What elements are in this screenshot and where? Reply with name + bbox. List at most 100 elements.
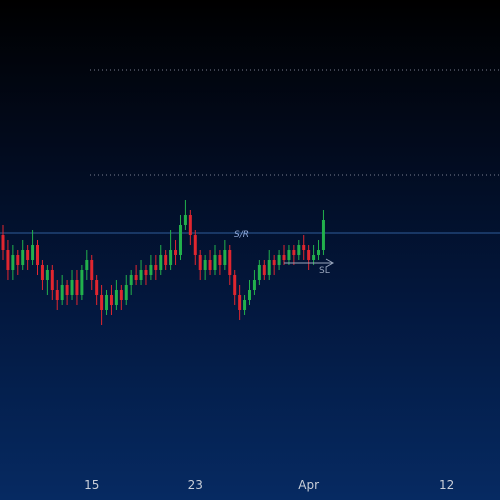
candle-body: [134, 275, 138, 280]
candle: [50, 265, 54, 300]
candle: [252, 270, 256, 295]
candle-body: [307, 250, 311, 260]
candle-body: [1, 235, 5, 250]
candle: [154, 255, 158, 280]
candle: [6, 240, 10, 280]
candle-body: [75, 280, 79, 295]
candle: [277, 250, 281, 270]
candle: [302, 235, 306, 260]
candle: [297, 240, 301, 260]
candle: [129, 270, 133, 295]
candle: [109, 285, 113, 315]
candle: [228, 245, 232, 285]
candle-body: [6, 250, 10, 270]
time-axis: 15 23 Apr 12: [84, 478, 454, 492]
candle-body: [95, 280, 99, 295]
candle: [159, 245, 163, 275]
candle: [307, 245, 311, 270]
candle: [248, 280, 251, 305]
candle-body: [203, 260, 207, 270]
candle: [65, 280, 69, 305]
candle: [213, 245, 217, 275]
candle-body: [159, 255, 163, 270]
candle-body: [139, 270, 143, 280]
candle: [312, 245, 316, 265]
candle-body: [154, 265, 158, 270]
levels-layer: [0, 69, 500, 234]
candle: [198, 250, 202, 280]
candle-body: [144, 270, 148, 275]
candle: [124, 275, 128, 305]
candle-body: [272, 260, 276, 265]
candle-body: [124, 285, 128, 300]
candle: [75, 270, 79, 305]
candle: [243, 295, 247, 315]
candle-body: [178, 225, 182, 255]
candle-body: [169, 250, 173, 265]
candle-body: [50, 270, 54, 290]
candle: [45, 265, 49, 295]
candle: [100, 285, 104, 325]
candle-body: [80, 270, 84, 295]
candle-body: [321, 220, 325, 250]
candle-body: [252, 280, 256, 290]
candle-body: [302, 245, 306, 250]
candle-body: [174, 250, 178, 255]
x-tick-label: 12: [439, 478, 454, 492]
candle: [262, 260, 266, 280]
candle: [119, 285, 123, 310]
candle: [238, 285, 242, 320]
candle: [292, 245, 296, 265]
candle-body: [223, 250, 227, 265]
price-chart[interactable]: S/R SL 15 23 Apr 12: [0, 0, 500, 500]
candle-body: [198, 255, 202, 270]
candle: [218, 250, 222, 275]
candle-body: [262, 265, 266, 275]
candle: [40, 260, 44, 290]
candle-body: [257, 265, 261, 280]
candle: [321, 210, 325, 255]
candle-body: [267, 260, 271, 275]
candle: [139, 260, 143, 285]
candle: [183, 200, 187, 230]
chart-panel[interactable]: S/R SL 15 23 Apr 12: [0, 0, 500, 500]
candle-body: [208, 260, 212, 270]
candle: [272, 255, 276, 275]
candle-body: [31, 245, 35, 260]
candle: [267, 250, 271, 280]
candle: [223, 240, 227, 270]
candle-body: [70, 280, 74, 295]
candle: [105, 290, 109, 315]
candle: [188, 210, 192, 245]
candle: [287, 245, 291, 265]
candles-layer: [1, 200, 325, 325]
candle-body: [36, 245, 40, 265]
candle-body: [90, 260, 94, 280]
candle-body: [85, 260, 89, 270]
candle-body: [40, 265, 44, 280]
candle-body: [188, 215, 192, 235]
candle: [134, 265, 138, 285]
candle: [90, 255, 94, 290]
candle-body: [248, 290, 251, 300]
candle-body: [11, 255, 15, 270]
candle: [164, 250, 168, 270]
candle-body: [287, 250, 291, 260]
candle-body: [238, 295, 242, 310]
candle: [95, 275, 99, 305]
candle-body: [243, 300, 247, 310]
candle-body: [297, 245, 301, 255]
candle-body: [228, 250, 232, 275]
candle: [178, 215, 182, 260]
candle-body: [129, 275, 133, 285]
x-tick-label: 15: [84, 478, 99, 492]
candle: [16, 250, 20, 275]
candle-body: [292, 250, 296, 255]
candle: [114, 280, 118, 310]
candle-body: [65, 285, 69, 295]
candle: [257, 260, 261, 285]
candle-body: [60, 285, 64, 300]
candle: [21, 240, 25, 270]
candle-body: [282, 255, 286, 260]
candle: [317, 240, 321, 260]
